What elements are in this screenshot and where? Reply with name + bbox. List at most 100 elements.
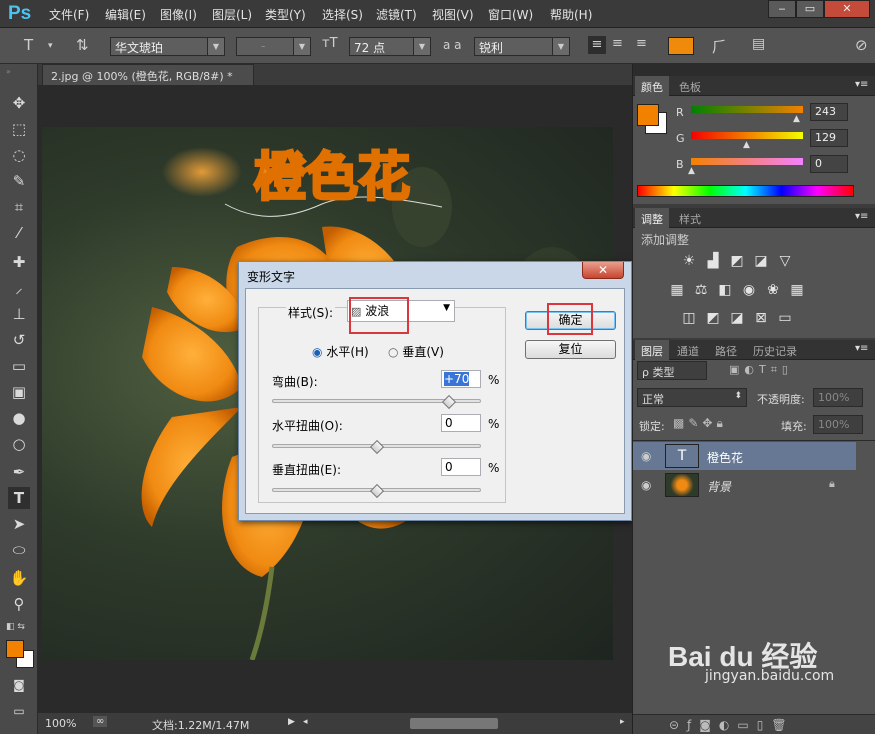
tab-adjustments[interactable]: 调整 [635,208,669,228]
fg-color-swatch[interactable] [637,104,659,126]
reset-button[interactable]: 复位 [525,340,616,359]
channel-g-ramp[interactable] [691,132,803,139]
fill-input[interactable]: 100% [813,415,863,434]
invert-icon[interactable]: ◫ [679,310,699,326]
threshold-icon[interactable]: ◪ [727,310,747,326]
type-tool-icon[interactable]: T [8,487,30,509]
selective-color-icon[interactable]: ⊠ [751,310,771,326]
gradient-map-icon[interactable]: ▭ [775,310,795,326]
menu-edit[interactable]: 编辑(E) [105,6,146,23]
ellipse-tool-icon[interactable]: ⬭ [8,539,30,561]
scroll-right-icon[interactable]: ▸ [620,717,625,727]
marquee-tool-icon[interactable]: ⬚ [8,118,30,140]
vertical-radio[interactable]: ○ 垂直(V) [388,343,444,360]
document-tab[interactable]: 2.jpg @ 100% (橙色花, RGB/8#) * × [42,64,254,97]
channel-g-input[interactable]: 129 [810,129,848,147]
screen-mode-icon[interactable]: ▭ [8,700,30,722]
curves-icon[interactable]: ◩ [727,253,747,269]
tab-channels[interactable]: 通道 [671,340,705,360]
tab-color[interactable]: 颜色 [635,76,669,96]
stamp-tool-icon[interactable]: ⊥ [8,303,30,325]
tab-styles[interactable]: 样式 [673,208,707,228]
filter-icons[interactable]: ▣◐T⌗▯ [729,363,793,377]
collapse-icon[interactable]: » [6,67,11,76]
path-select-tool-icon[interactable]: ➤ [8,513,30,535]
lock-icons[interactable]: ▩✎✥🔒︎ [673,416,727,431]
vibrance-icon[interactable]: ▽ [775,253,795,269]
menu-window[interactable]: 窗口(W) [488,6,533,23]
blend-mode-select[interactable]: 正常 ⬍ [637,388,747,407]
bend-input[interactable]: +70 [441,370,481,388]
menu-select[interactable]: 选择(S) [322,6,363,23]
scroll-left-icon[interactable]: ◂ [303,717,308,727]
crop-tool-icon[interactable]: ⌗ [8,196,30,218]
maximize-button[interactable]: ▭ [796,0,824,18]
healing-tool-icon[interactable]: ✚ [8,251,30,273]
levels-icon[interactable]: ▟ [703,253,723,269]
eraser-tool-icon[interactable]: ▭ [8,355,30,377]
foreground-color-swatch[interactable] [6,640,24,658]
align-right-icon[interactable]: ≡ [636,36,647,51]
gradient-tool-icon[interactable]: ▣ [8,381,30,403]
menu-file[interactable]: 文件(F) [49,6,89,23]
eye-icon[interactable]: ◉ [641,449,651,463]
tab-swatches[interactable]: 色板 [673,76,707,96]
layer-name[interactable]: 橙色花 [707,449,743,466]
blur-tool-icon[interactable]: ● [8,407,30,429]
menu-view[interactable]: 视图(V) [432,6,474,23]
menu-layer[interactable]: 图层(L) [212,6,252,23]
align-center-icon[interactable]: ≡ [612,36,623,51]
horizontal-distortion-input[interactable]: 0 [441,414,481,432]
move-tool-icon[interactable]: ✥ [8,92,30,114]
panel-menu-icon[interactable]: ▾≡ [855,79,868,90]
align-left-icon[interactable]: ≡ [588,36,606,54]
quick-select-tool-icon[interactable]: ✎ [8,170,30,192]
history-brush-tool-icon[interactable]: ↺ [8,329,30,351]
default-colors-icon[interactable]: ◧ ⇆ [6,622,25,632]
channel-mixer-icon[interactable]: ❀ [763,282,783,298]
layer-row-background[interactable]: ◉ 背景 🔒︎ [633,471,856,499]
tab-history[interactable]: 历史记录 [747,340,803,360]
antialias-select[interactable]: 锐利 ▼ [474,37,570,56]
zoom-level[interactable]: 100% [45,717,76,730]
color-spectrum[interactable] [637,185,854,197]
tab-paths[interactable]: 路径 [709,340,743,360]
type-tool-icon[interactable]: T [24,36,33,54]
channel-b-ramp[interactable] [691,158,803,165]
color-balance-icon[interactable]: ⚖ [691,282,711,298]
eyedropper-tool-icon[interactable]: ⁄ [8,222,30,244]
lasso-tool-icon[interactable]: ◌ [8,144,30,166]
layer-filter-select[interactable]: ρ 类型 [637,361,707,380]
minimize-button[interactable]: ‒ [768,0,796,18]
brush-tool-icon[interactable]: ⸝ [8,277,30,299]
character-panel-icon[interactable]: ▤ [752,36,765,52]
menu-filter[interactable]: 滤镜(T) [376,6,417,23]
channel-r-ramp[interactable] [691,106,803,113]
vertical-distortion-input[interactable]: 0 [441,458,481,476]
horizontal-scrollbar[interactable] [410,718,498,729]
font-family-select[interactable]: 华文琥珀 ▼ [110,37,225,56]
color-lookup-icon[interactable]: ▦ [787,282,807,298]
channel-r-input[interactable]: 243 [810,103,848,121]
layer-action-icons[interactable]: ⊝ƒ◙◐▭▯🗑︎ [669,718,795,732]
tab-layers[interactable]: 图层 [635,340,669,360]
horizontal-radio[interactable]: ◉ 水平(H) [312,343,369,360]
play-icon[interactable]: ▶ [288,717,295,727]
font-style-select[interactable]: - ▼ [236,37,311,56]
hue-saturation-icon[interactable]: ▦ [667,282,687,298]
menu-image[interactable]: 图像(I) [160,6,197,23]
channel-b-input[interactable]: 0 [810,155,848,173]
black-white-icon[interactable]: ◧ [715,282,735,298]
text-color-swatch[interactable] [668,37,694,55]
pen-tool-icon[interactable]: ✒ [8,461,30,483]
photo-filter-icon[interactable]: ◉ [739,282,759,298]
cancel-icon[interactable]: ⊘ [855,36,868,54]
quick-mask-icon[interactable]: ◙ [8,674,30,696]
opacity-input[interactable]: 100% [813,388,863,407]
menu-type[interactable]: 类型(Y) [265,6,306,23]
brightness-icon[interactable]: ☀ [679,253,699,269]
panel-menu-icon[interactable]: ▾≡ [855,343,868,354]
zoom-tool-icon[interactable]: ⚲ [8,593,30,615]
panel-menu-icon[interactable]: ▾≡ [855,211,868,222]
dialog-close-button[interactable]: ✕ [582,262,624,279]
